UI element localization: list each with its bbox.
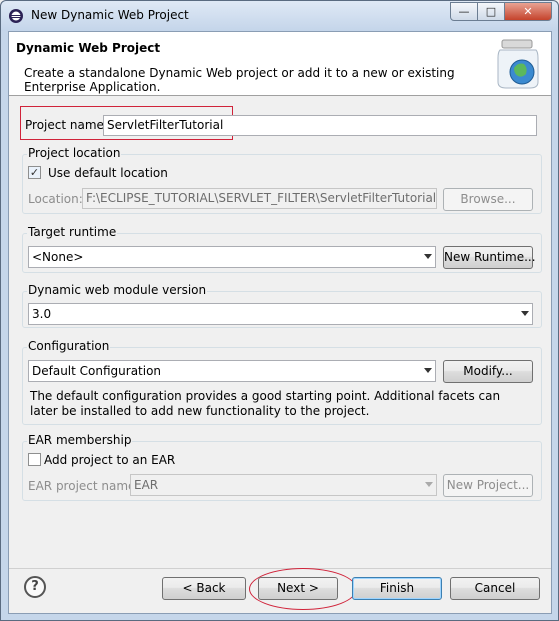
target-runtime-select[interactable]: <None> xyxy=(28,246,436,268)
wizard-description: Create a standalone Dynamic Web project … xyxy=(24,66,455,94)
help-icon[interactable]: ? xyxy=(24,576,46,598)
ear-membership-title: EAR membership xyxy=(27,433,133,447)
dropdown-arrow-icon xyxy=(425,482,433,487)
new-ear-project-button[interactable]: New Project... xyxy=(443,474,533,497)
ear-project-select[interactable]: EAR xyxy=(130,474,437,496)
ear-project-name-label: EAR project name: xyxy=(28,479,140,493)
configuration-title: Configuration xyxy=(27,339,111,353)
eclipse-app-icon xyxy=(9,9,23,23)
maximize-button[interactable]: □ xyxy=(477,2,505,21)
project-name-label: Project name: xyxy=(25,118,108,132)
module-version-title: Dynamic web module version xyxy=(27,283,208,297)
use-default-location-label[interactable]: Use default location xyxy=(48,166,168,180)
dialog-client-area: Dynamic Web Project Create a standalone … xyxy=(8,31,552,614)
wizard-title: Dynamic Web Project xyxy=(16,41,161,55)
web-project-jar-icon xyxy=(497,39,539,89)
target-runtime-title: Target runtime xyxy=(27,225,118,239)
window-title: New Dynamic Web Project xyxy=(31,8,189,22)
browse-button[interactable]: Browse... xyxy=(443,188,533,211)
wizard-header: Dynamic Web Project Create a standalone … xyxy=(9,32,551,96)
dropdown-arrow-icon xyxy=(521,311,529,316)
close-button[interactable]: ✕ xyxy=(504,2,552,21)
add-to-ear-label[interactable]: Add project to an EAR xyxy=(44,453,175,467)
cancel-button[interactable]: Cancel xyxy=(450,577,540,600)
dropdown-arrow-icon xyxy=(424,368,432,373)
location-input[interactable]: F:\ECLIPSE_TUTORIAL\SERVLET_FILTER\Servl… xyxy=(82,188,437,209)
use-default-location-checkbox[interactable]: ✓ xyxy=(28,166,41,179)
configuration-select[interactable]: Default Configuration xyxy=(28,360,436,382)
location-label: Location: xyxy=(28,192,83,206)
add-to-ear-checkbox[interactable] xyxy=(28,453,41,466)
module-version-value: 3.0 xyxy=(32,307,52,321)
project-location-title: Project location xyxy=(27,146,122,160)
title-bar[interactable]: New Dynamic Web Project — □ ✕ xyxy=(1,1,558,31)
new-runtime-button[interactable]: New Runtime... xyxy=(443,246,536,269)
configuration-value: Default Configuration xyxy=(32,364,162,378)
module-version-select[interactable]: 3.0 xyxy=(28,303,533,325)
dialog-window: New Dynamic Web Project — □ ✕ Dynamic We… xyxy=(0,0,559,621)
back-button[interactable]: < Back xyxy=(162,577,246,600)
finish-button[interactable]: Finish xyxy=(352,577,442,600)
configuration-description: The default configuration provides a goo… xyxy=(30,389,501,418)
target-runtime-value: <None> xyxy=(32,250,84,264)
dropdown-arrow-icon xyxy=(424,254,432,259)
ear-project-value: EAR xyxy=(134,478,159,492)
minimize-button[interactable]: — xyxy=(450,2,478,21)
modify-button[interactable]: Modify... xyxy=(443,360,533,383)
project-name-input[interactable]: ServletFilterTutorial xyxy=(103,115,537,136)
next-button[interactable]: Next > xyxy=(258,577,338,600)
